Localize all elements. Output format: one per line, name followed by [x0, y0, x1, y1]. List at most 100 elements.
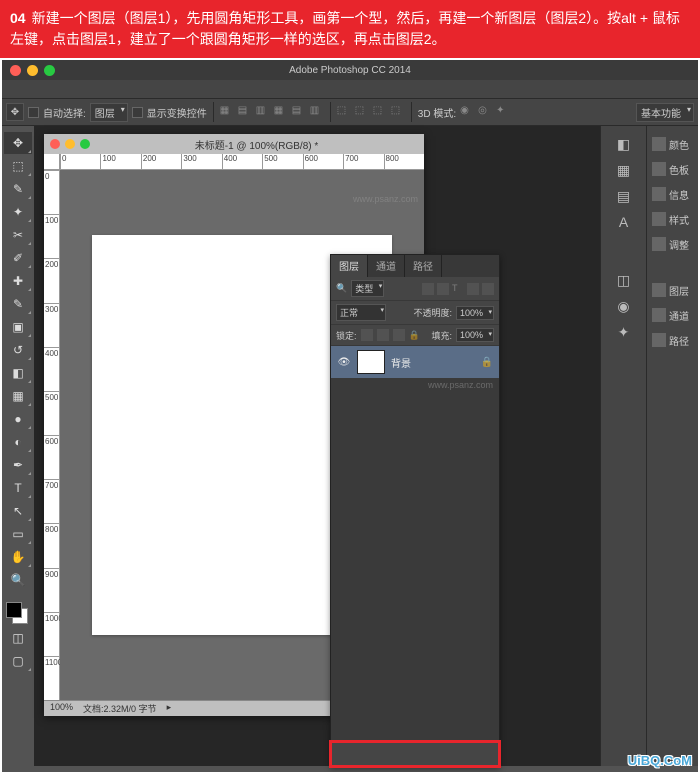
filter-adjust-icon[interactable] [437, 283, 449, 295]
hand-tool[interactable]: ✋ [4, 546, 32, 568]
align-icon[interactable]: ▦ [274, 105, 288, 119]
blend-mode-dropdown[interactable]: 正常 [336, 304, 386, 321]
doc-close-button[interactable] [50, 139, 60, 149]
lock-pixels-icon[interactable] [377, 329, 389, 341]
align-icon[interactable]: ▤ [238, 105, 252, 119]
filter-shape-icon[interactable] [467, 283, 479, 295]
align-icon[interactable]: ▦ [220, 105, 234, 119]
auto-select-checkbox[interactable] [28, 107, 39, 118]
doc-maximize-button[interactable] [80, 139, 90, 149]
dock-type-icon[interactable]: A [603, 210, 644, 234]
align-icon[interactable]: ▥ [256, 105, 270, 119]
auto-select-dropdown[interactable]: 图层 [90, 103, 128, 122]
minimize-button[interactable] [27, 65, 38, 76]
layer-name[interactable]: 背景 [391, 355, 411, 370]
eyedropper-tool[interactable]: ✐ [4, 247, 32, 269]
filter-image-icon[interactable] [422, 283, 434, 295]
panel-layers[interactable]: 图层 [649, 278, 696, 302]
stamp-tool[interactable]: ▣ [4, 316, 32, 338]
tab-layers[interactable]: 图层 [331, 255, 368, 277]
align-icon[interactable]: ▥ [310, 105, 324, 119]
dock-layers-icon[interactable]: ◫ [603, 268, 644, 292]
3d-icon[interactable]: ◉ [460, 105, 474, 119]
panel-paths[interactable]: 路径 [649, 328, 696, 352]
pen-tool[interactable]: ✒ [4, 454, 32, 476]
layer-thumbnail[interactable] [357, 350, 385, 374]
distribute-icon[interactable]: ⬚ [337, 105, 351, 119]
doc-minimize-button[interactable] [65, 139, 75, 149]
eraser-tool[interactable]: ◧ [4, 362, 32, 384]
foreground-color[interactable] [6, 602, 22, 618]
screenmode-tool[interactable]: ▢ [4, 650, 32, 672]
blur-tool[interactable]: ● [4, 408, 32, 430]
panel-color[interactable]: 颜色 [649, 132, 696, 156]
lock-position-icon[interactable] [393, 329, 405, 341]
dock-history-icon[interactable]: ▤ [603, 184, 644, 208]
dodge-tool[interactable]: ◐ [4, 431, 32, 453]
panel-styles[interactable]: 样式 [649, 207, 696, 231]
close-button[interactable] [10, 65, 21, 76]
dock-channels-icon[interactable]: ◉ [603, 294, 644, 318]
zoom-level[interactable]: 100% [50, 702, 73, 715]
wand-tool[interactable]: ✦ [4, 201, 32, 223]
zoom-tool[interactable]: 🔍 [4, 569, 32, 591]
brush-tool[interactable]: ✎ [4, 293, 32, 315]
tab-channels[interactable]: 通道 [368, 255, 405, 277]
canvas-area: 未标题-1 @ 100%(RGB/8) * 010020030040050060… [34, 126, 600, 766]
file-info[interactable]: 文档:2.32M/0 字节 [83, 702, 157, 715]
distribute-icon[interactable]: ⬚ [355, 105, 369, 119]
align-icon[interactable]: ▤ [292, 105, 306, 119]
document-header[interactable]: 未标题-1 @ 100%(RGB/8) * [44, 134, 424, 154]
show-transform-checkbox[interactable] [132, 107, 143, 118]
panel-swatches[interactable]: 色板 [649, 157, 696, 181]
marquee-tool[interactable]: ⬚ [4, 155, 32, 177]
dock-color-icon[interactable]: ◧ [603, 132, 644, 156]
path-tool[interactable]: ↖ [4, 500, 32, 522]
menubar[interactable] [2, 80, 698, 98]
distribute-icon[interactable]: ⬚ [373, 105, 387, 119]
healing-tool[interactable]: ✚ [4, 270, 32, 292]
watermark-small: www.psanz.com [331, 378, 499, 392]
instruction-text: 新建一个图层（图层1），先用圆角矩形工具，画第一个型，然后，再建一个新图层（图层… [10, 10, 680, 47]
crop-tool[interactable]: ✂ [4, 224, 32, 246]
layer-item-background[interactable]: 👁 背景 🔒 [331, 346, 499, 378]
lock-transparency-icon[interactable] [361, 329, 373, 341]
shape-tool[interactable]: ▭ [4, 523, 32, 545]
ruler-horizontal[interactable]: 0100200300400500600700800 [60, 154, 424, 170]
opacity-value[interactable]: 100% [456, 306, 494, 320]
filter-smart-icon[interactable] [482, 283, 494, 295]
filter-type-icon[interactable]: T [452, 283, 464, 295]
dock-icons: ◧ ▦ ▤ A ◫ ◉ ✦ [600, 126, 646, 766]
layers-spacer: www.psanz.com [331, 378, 499, 742]
layers-panel: 图层 通道 路径 🔍 类型 T 正常 [330, 254, 500, 767]
type-tool[interactable]: T [4, 477, 32, 499]
maximize-button[interactable] [44, 65, 55, 76]
quickmask-tool[interactable]: ◫ [4, 627, 32, 649]
panel-info[interactable]: 信息 [649, 182, 696, 206]
dock-paths-icon[interactable]: ✦ [603, 320, 644, 344]
layers-panel-footer[interactable] [331, 742, 499, 766]
fill-value[interactable]: 100% [456, 328, 494, 342]
lock-all-icon[interactable]: 🔒 [409, 330, 420, 341]
tab-paths[interactable]: 路径 [405, 255, 442, 277]
history-brush-tool[interactable]: ↺ [4, 339, 32, 361]
color-swatch[interactable] [4, 600, 30, 626]
lasso-tool[interactable]: ✎ [4, 178, 32, 200]
kind-filter-dropdown[interactable]: 类型 [351, 280, 384, 297]
3d-icon[interactable]: ✦ [496, 105, 510, 119]
dock-swatches-icon[interactable]: ▦ [603, 158, 644, 182]
blend-opacity-row: 正常 不透明度: 100% [331, 301, 499, 325]
distribute-icon[interactable]: ⬚ [391, 105, 405, 119]
watermark: UiBQ.CoM [628, 753, 692, 768]
app-title: Adobe Photoshop CC 2014 [2, 62, 698, 80]
panel-adjustments[interactable]: 调整 [649, 232, 696, 256]
panel-channels[interactable]: 通道 [649, 303, 696, 327]
ruler-vertical[interactable]: 010020030040050060070080090010001100 [44, 170, 60, 700]
auto-select-label: 自动选择: [43, 105, 86, 120]
move-tool-icon[interactable]: ✥ [6, 103, 24, 121]
visibility-icon[interactable]: 👁 [337, 355, 351, 369]
3d-icon[interactable]: ◎ [478, 105, 492, 119]
gradient-tool[interactable]: ▦ [4, 385, 32, 407]
move-tool[interactable]: ✥ [4, 132, 32, 154]
workspace-dropdown[interactable]: 基本功能 [636, 103, 694, 122]
